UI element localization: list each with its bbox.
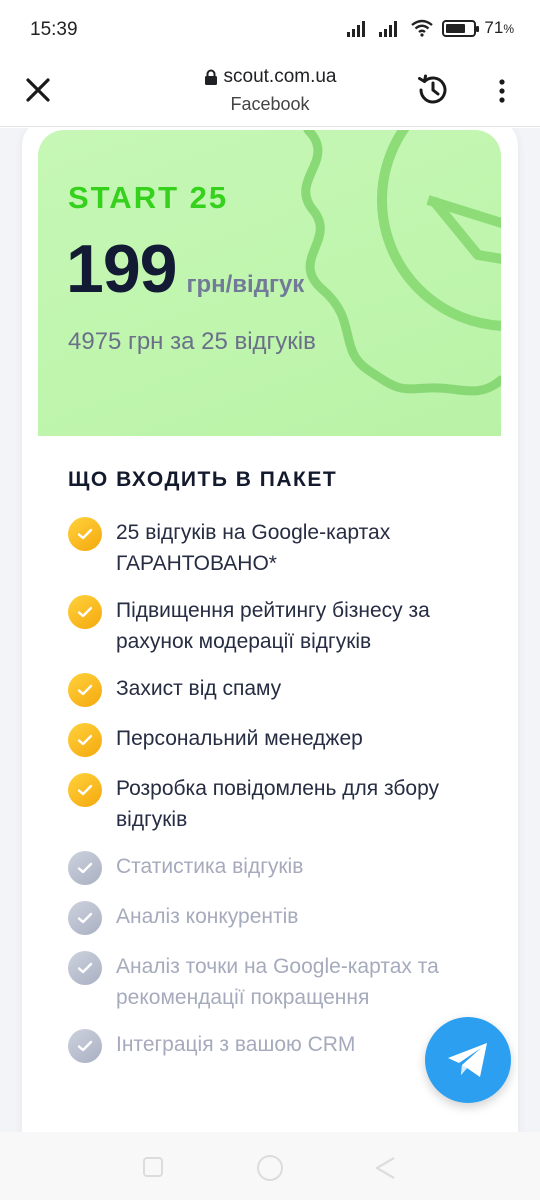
check-included-icon	[68, 595, 102, 629]
page-source: Facebook	[230, 94, 310, 114]
feature-item: Статистика відгуків	[68, 851, 488, 885]
price-value: 199	[66, 231, 177, 307]
features-title: ЩО ВХОДИТЬ В ПАКЕТ	[68, 468, 338, 491]
feature-label: Захист від спаму	[116, 677, 282, 700]
check-included-icon	[68, 723, 102, 757]
plan-name: START 25	[68, 180, 229, 215]
feature-label: 25 відгуків на Google-картах ГАРАНТОВАНО…	[116, 521, 391, 575]
status-icons: 71%	[346, 18, 514, 38]
address-bar[interactable]: scout.com.ua Facebook	[150, 66, 390, 115]
feature-item: Аналіз точки на Google-картах та рекомен…	[68, 951, 488, 1013]
check-excluded-icon	[68, 851, 102, 885]
feature-label: Підвищення рейтингу бізнесу за рахунок м…	[116, 599, 430, 653]
history-icon[interactable]	[414, 71, 452, 109]
price-total: 4975 грн за 25 відгуків	[68, 328, 316, 355]
feature-label: Статистика відгуків	[116, 855, 304, 878]
status-time: 15:39	[30, 19, 78, 40]
feature-label: Інтеграція з вашою CRM	[116, 1033, 356, 1056]
feature-item: Захист від спаму	[68, 673, 488, 707]
feature-item: Аналіз конкурентів	[68, 901, 488, 935]
feature-label: Аналіз точки на Google-картах та рекомен…	[116, 955, 439, 1009]
check-excluded-icon	[68, 901, 102, 935]
telegram-button[interactable]	[425, 1017, 511, 1103]
feature-label: Розробка повідомлень для збору відгуків	[116, 777, 440, 831]
battery-percent: 71%	[484, 18, 514, 37]
check-included-icon	[68, 517, 102, 551]
system-nav-bar	[0, 1132, 540, 1200]
plan-header: START 25 199 грн/відгук 4975 грн за 25 в…	[38, 130, 501, 436]
feature-item: Персональний менеджер	[68, 723, 488, 757]
status-bar: 15:39 71%	[0, 0, 540, 56]
web-page: START 25 199 грн/відгук 4975 грн за 25 в…	[0, 128, 540, 1132]
back-icon[interactable]	[374, 1156, 396, 1180]
check-excluded-icon	[68, 1029, 102, 1063]
url-text: scout.com.ua	[223, 66, 337, 87]
check-included-icon	[68, 773, 102, 807]
features-section: ЩО ВХОДИТЬ В ПАКЕТ 25 відгуків на Google…	[68, 468, 488, 1079]
close-icon[interactable]	[22, 74, 54, 106]
check-included-icon	[68, 673, 102, 707]
feature-item: Розробка повідомлень для збору відгуків	[68, 773, 488, 835]
home-icon[interactable]	[257, 1155, 283, 1181]
signal-icon-2	[379, 21, 398, 37]
price-row: 199 грн/відгук	[66, 230, 304, 308]
battery-icon	[442, 19, 480, 37]
more-vertical-icon[interactable]	[492, 76, 512, 106]
telegram-icon	[448, 1043, 487, 1077]
check-excluded-icon	[68, 951, 102, 985]
price-unit: грн/відгук	[186, 271, 305, 298]
lock-icon	[204, 69, 217, 85]
feature-label: Персональний менеджер	[116, 727, 363, 750]
feature-item: 25 відгуків на Google-картах ГАРАНТОВАНО…	[68, 517, 488, 579]
battery-level	[446, 23, 465, 33]
signal-icon	[347, 21, 366, 37]
recent-apps-icon[interactable]	[143, 1157, 163, 1177]
feature-list: 25 відгуків на Google-картах ГАРАНТОВАНО…	[68, 517, 488, 1063]
wifi-icon	[411, 19, 434, 37]
feature-item: Підвищення рейтингу бізнесу за рахунок м…	[68, 595, 488, 657]
feature-label: Аналіз конкурентів	[116, 905, 299, 928]
browser-toolbar: scout.com.ua Facebook	[0, 56, 540, 127]
